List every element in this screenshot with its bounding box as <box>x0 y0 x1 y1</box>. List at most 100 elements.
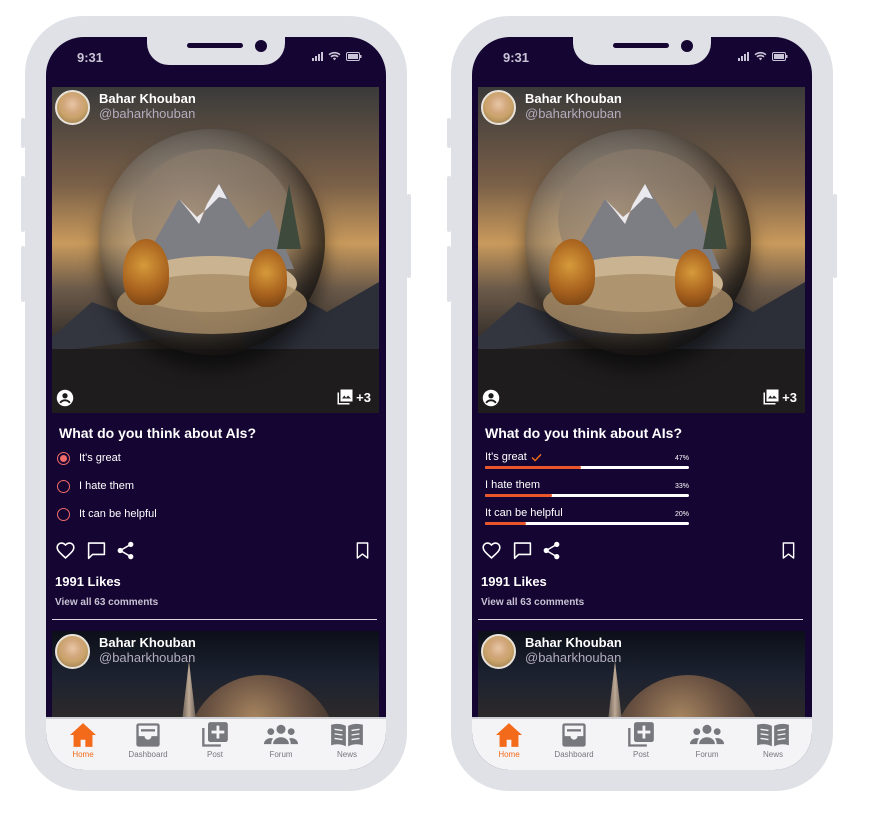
share-icon[interactable] <box>541 540 562 561</box>
book-icon <box>757 723 789 747</box>
screen: 9:31 Bahar Khouban @baharkhouban +3 What… <box>46 37 386 770</box>
next-post-globe <box>187 675 337 721</box>
author-name[interactable]: Bahar Khouban <box>99 91 196 106</box>
photo-library-icon <box>763 389 779 405</box>
poll-bar-fill <box>485 522 526 525</box>
speaker <box>187 43 243 48</box>
heart-icon[interactable] <box>55 540 76 561</box>
author-handle[interactable]: @baharkhouban <box>99 106 195 121</box>
tab-dashboard[interactable]: Dashboard <box>117 722 179 770</box>
next-post-tower <box>608 661 622 721</box>
tab-label: Post <box>206 750 223 759</box>
poll-result-label: It's great <box>485 451 542 463</box>
globe-scene <box>543 149 733 334</box>
gallery-count[interactable]: +3 <box>336 388 371 406</box>
tag-user-icon[interactable] <box>56 389 74 407</box>
next-post-globe <box>613 675 763 721</box>
tab-forum[interactable]: Forum <box>676 722 738 770</box>
tab-forum[interactable]: Forum <box>250 722 312 770</box>
tab-home[interactable]: Home <box>478 722 540 770</box>
left-tree <box>123 239 169 305</box>
likes-count[interactable]: 1991 Likes <box>481 574 547 589</box>
tab-label: Forum <box>695 750 719 759</box>
post-image[interactable]: Bahar Khouban @baharkhouban +3 <box>478 87 805 413</box>
bookmark-icon[interactable] <box>779 540 798 561</box>
poll-result: I hate them 33% <box>485 479 689 499</box>
gallery-extra-count: +3 <box>782 389 797 405</box>
signal-icon <box>312 51 323 61</box>
add-photo-icon <box>628 722 654 747</box>
poll-option[interactable]: It can be helpful <box>57 505 157 523</box>
volume-down-button <box>447 246 451 302</box>
author-handle[interactable]: @baharkhouban <box>525 106 621 121</box>
avatar[interactable] <box>481 634 516 669</box>
mockup-stage: 9:31 Bahar Khouban @baharkhouban +3 What… <box>0 0 874 822</box>
tab-post[interactable]: Post <box>184 722 246 770</box>
volume-up-button <box>21 176 25 232</box>
front-camera <box>255 40 267 52</box>
poll-result-label: It can be helpful <box>485 507 563 519</box>
poll-option-label: It's great <box>79 452 121 464</box>
add-photo-icon <box>202 722 228 747</box>
tab-label: Home <box>498 750 520 759</box>
view-comments-link[interactable]: View all 63 comments <box>481 597 584 608</box>
notch <box>573 37 711 65</box>
avatar[interactable] <box>481 90 516 125</box>
next-post-image[interactable]: Bahar Khouban @baharkhouban <box>52 631 379 721</box>
likes-count[interactable]: 1991 Likes <box>55 574 121 589</box>
next-post-image[interactable]: Bahar Khouban @baharkhouban <box>478 631 805 721</box>
status-icons <box>738 51 788 61</box>
author-handle[interactable]: @baharkhouban <box>99 650 195 665</box>
author-name[interactable]: Bahar Khouban <box>99 635 196 650</box>
author-handle[interactable]: @baharkhouban <box>525 650 621 665</box>
tab-post[interactable]: Post <box>610 722 672 770</box>
gallery-count[interactable]: +3 <box>762 388 797 406</box>
power-button <box>833 194 837 278</box>
poll-bar-track <box>485 522 689 525</box>
poll-option-label: I hate them <box>485 479 541 491</box>
tab-home[interactable]: Home <box>52 722 114 770</box>
crystal-globe <box>525 129 751 355</box>
avatar[interactable] <box>55 634 90 669</box>
tab-label: Dashboard <box>128 750 168 759</box>
tab-dashboard[interactable]: Dashboard <box>543 722 605 770</box>
tab-news[interactable]: News <box>316 722 378 770</box>
post-actions <box>481 540 799 562</box>
next-post-tower <box>182 661 196 721</box>
radio-unselected[interactable] <box>57 507 70 521</box>
comment-icon[interactable] <box>86 540 107 561</box>
poll-bar-fill <box>485 494 553 497</box>
battery-icon <box>346 52 362 61</box>
avatar[interactable] <box>55 90 90 125</box>
bottom-tab-bar: Home Dashboard Post Forum News <box>472 717 812 770</box>
status-bar: 9:31 <box>472 37 812 85</box>
home-icon <box>70 723 96 747</box>
front-camera <box>681 40 693 52</box>
poll-percent: 33% <box>674 483 689 490</box>
comment-icon[interactable] <box>512 540 533 561</box>
poll-bar-track <box>485 466 689 469</box>
tab-label: Home <box>72 750 94 759</box>
poll-option-label: It can be helpful <box>79 508 157 520</box>
bookmark-icon[interactable] <box>353 540 372 561</box>
author-name[interactable]: Bahar Khouban <box>525 635 622 650</box>
tab-news[interactable]: News <box>742 722 804 770</box>
view-comments-link[interactable]: View all 63 comments <box>55 597 158 608</box>
crystal-globe <box>99 129 325 355</box>
poll-option[interactable]: It's great <box>57 449 121 467</box>
post-image[interactable]: Bahar Khouban @baharkhouban +3 <box>52 87 379 413</box>
poll-bar-track <box>485 494 689 497</box>
radio-unselected[interactable] <box>57 479 70 493</box>
inbox-icon <box>136 723 160 747</box>
tag-user-icon[interactable] <box>482 389 500 407</box>
author-name[interactable]: Bahar Khouban <box>525 91 622 106</box>
radio-selected[interactable] <box>57 451 70 465</box>
share-icon[interactable] <box>115 540 136 561</box>
phone-frame-unvoted: 9:31 Bahar Khouban @baharkhouban +3 What… <box>21 16 411 791</box>
poll-option[interactable]: I hate them <box>57 477 134 495</box>
poll-question: What do you think about AIs? <box>485 425 683 441</box>
heart-icon[interactable] <box>481 540 502 561</box>
phone-frame-results: 9:31 Bahar Khouban @baharkhouban +3 What… <box>447 16 837 791</box>
group-icon <box>264 724 298 745</box>
book-icon <box>331 723 363 747</box>
